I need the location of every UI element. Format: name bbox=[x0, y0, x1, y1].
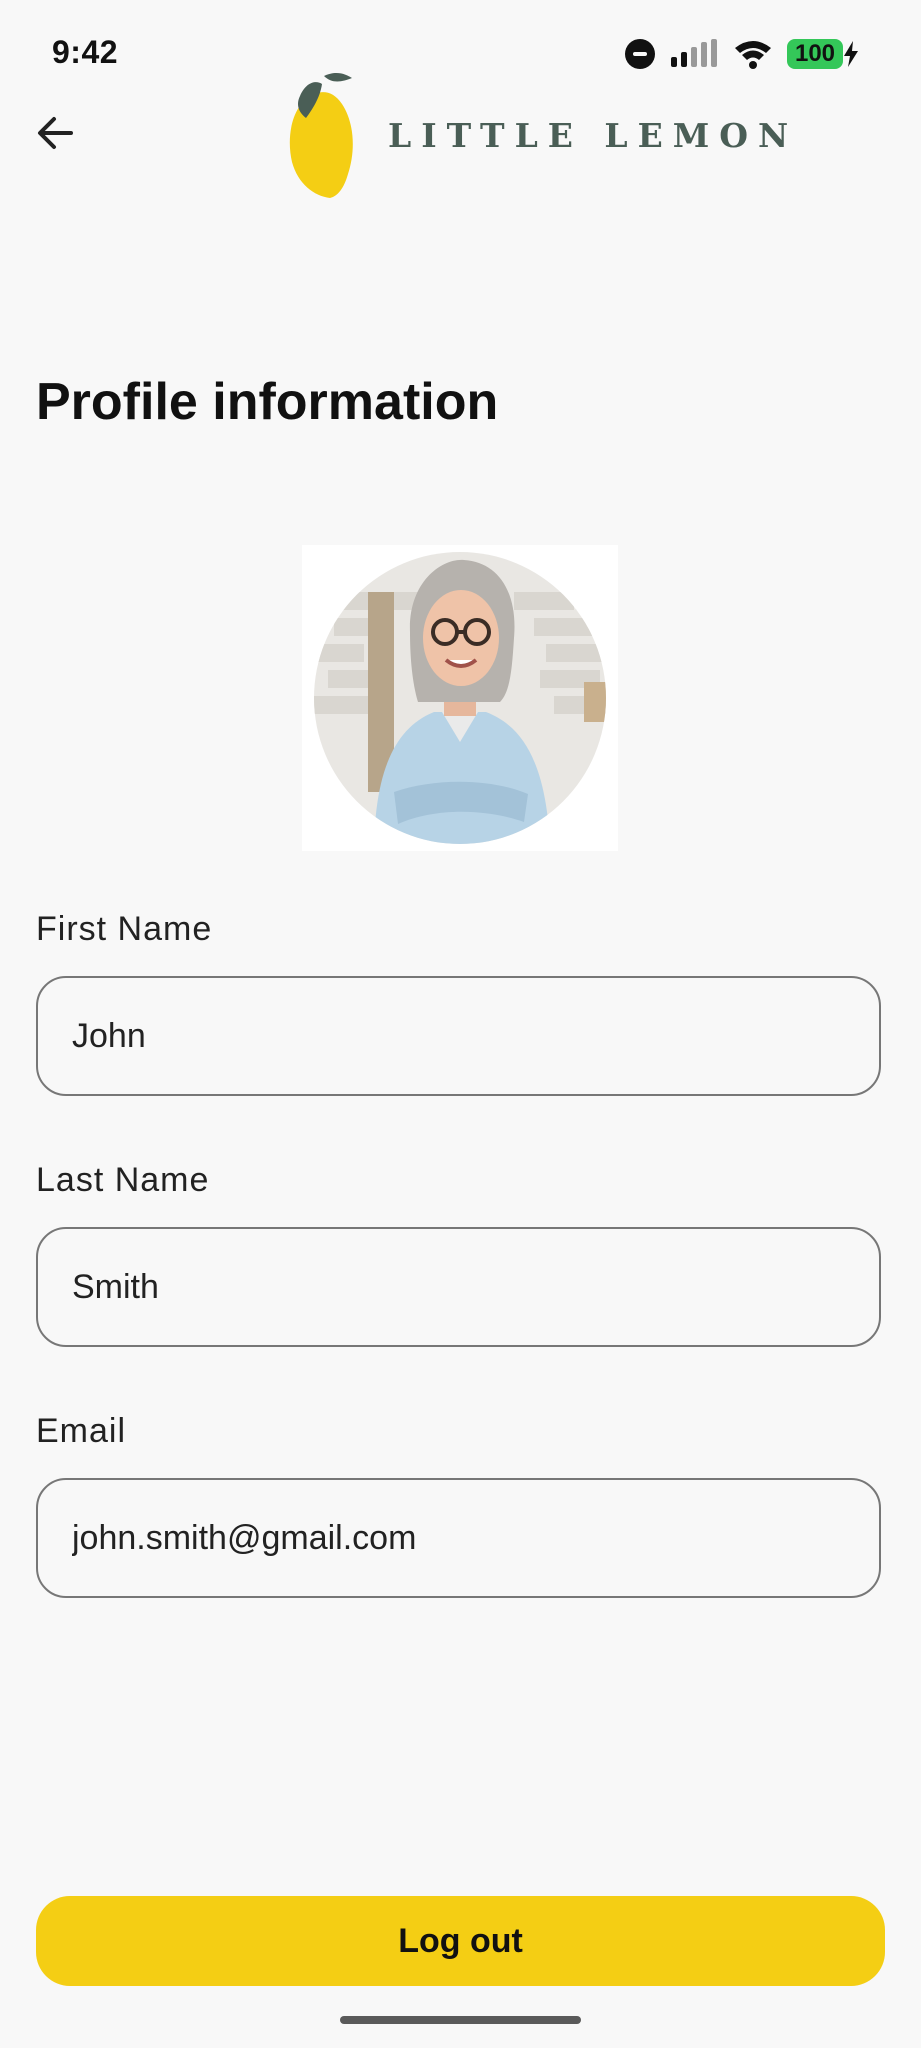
cellular-signal-icon bbox=[671, 39, 717, 67]
last-name-label: Last Name bbox=[36, 1161, 210, 1199]
brand-name: LITTLE LEMON bbox=[388, 115, 799, 155]
first-name-label: First Name bbox=[36, 910, 213, 948]
avatar-image bbox=[314, 552, 606, 844]
profile-avatar bbox=[302, 545, 618, 851]
email-label: Email bbox=[36, 1412, 127, 1450]
page-title: Profile information bbox=[36, 373, 499, 431]
last-name-field[interactable] bbox=[36, 1227, 881, 1347]
email-input[interactable] bbox=[72, 1518, 879, 1558]
little-lemon-logo: LITTLE LEMON bbox=[284, 70, 798, 200]
logout-button[interactable]: Log out bbox=[36, 1896, 885, 1986]
email-field[interactable] bbox=[36, 1478, 881, 1598]
app-bar: LITTLE LEMON bbox=[0, 66, 921, 202]
charging-bolt-icon bbox=[844, 41, 858, 67]
last-name-input[interactable] bbox=[72, 1267, 879, 1307]
lemon-icon bbox=[289, 72, 353, 198]
back-button[interactable] bbox=[30, 108, 80, 158]
first-name-field[interactable] bbox=[36, 976, 881, 1096]
first-name-input[interactable] bbox=[72, 1016, 879, 1056]
battery-level: 100 bbox=[787, 39, 843, 69]
battery-charging-icon: 100 bbox=[787, 39, 859, 69]
home-indicator[interactable] bbox=[340, 2016, 581, 2024]
do-not-disturb-icon bbox=[625, 39, 655, 69]
arrow-back-icon bbox=[38, 117, 73, 149]
